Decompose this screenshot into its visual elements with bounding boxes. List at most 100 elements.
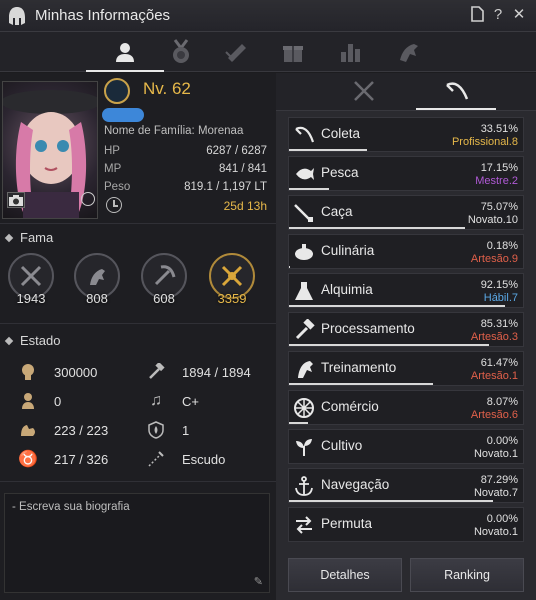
sprout-icon <box>293 436 315 458</box>
ranking-button[interactable]: Ranking <box>410 558 524 592</box>
skill-percent: 85.31% <box>480 318 518 330</box>
skill-row[interactable]: Caça 75.07% Novato.10 <box>288 195 524 230</box>
details-button[interactable]: Detalhes <box>288 558 402 592</box>
taurus-icon: ♉ <box>18 451 38 468</box>
chart-tab[interactable] <box>332 36 370 68</box>
estado-stamina: ♉ 217 / 326 <box>18 450 108 468</box>
estado-energy: 1894 / 1894 <box>146 363 251 381</box>
skill-rank: Artesão.1 <box>470 370 518 382</box>
profile-panel: Nv. 62 Nome de Família: Morenaa HP 6287 … <box>0 73 276 600</box>
combat-tab[interactable] <box>344 76 384 106</box>
estado-contribution: 0 <box>18 392 61 410</box>
skill-name: Caça <box>321 204 353 219</box>
estado-music: ♫ C+ <box>146 392 199 410</box>
skill-progress-bar <box>289 422 308 424</box>
skill-rank: Artesão.9 <box>470 253 518 265</box>
playtime-value: 25d 13h <box>223 199 267 213</box>
skill-row[interactable]: Treinamento 61.47% Artesão.1 <box>288 351 524 386</box>
skill-percent: 0.00% <box>486 435 518 447</box>
pot-icon <box>293 241 315 263</box>
fame-gathering: 608 <box>139 253 189 306</box>
life-skills-tab[interactable] <box>416 76 496 110</box>
estado-strength: 223 / 223 <box>18 421 108 439</box>
soldier-icon <box>18 392 38 410</box>
skill-name: Navegação <box>321 477 390 492</box>
gift-icon <box>283 46 303 62</box>
skill-percent: 87.29% <box>480 474 518 486</box>
sword-icon <box>146 450 166 468</box>
horse-head-icon <box>293 358 315 380</box>
skill-name: Alquimia <box>321 282 373 297</box>
skill-name: Permuta <box>321 516 373 531</box>
horse-tab[interactable] <box>390 36 428 68</box>
skill-progress-bar <box>289 188 330 190</box>
skill-row[interactable]: Culinária 0.18% Artesão.9 <box>288 234 524 269</box>
guild-emblem-icon <box>102 108 144 122</box>
skill-row[interactable]: Alquimia 92.15% Hábil.7 <box>288 273 524 308</box>
skill-name: Processamento <box>321 321 415 336</box>
stat-label: MP <box>104 163 122 175</box>
stat-hp: HP 6287 / 6287 <box>104 145 267 157</box>
fame-title: Fama <box>20 230 54 245</box>
skill-row[interactable]: Pesca 17.15% Mestre.2 <box>288 156 524 191</box>
skill-percent: 0.18% <box>486 240 518 252</box>
skill-rank: Novato.1 <box>473 526 518 538</box>
skill-percent: 8.07% <box>486 396 518 408</box>
skill-name: Pesca <box>321 165 359 180</box>
skill-row[interactable]: Comércio 8.07% Artesão.6 <box>288 390 524 425</box>
skill-name: Comércio <box>321 399 379 414</box>
horse-emblem-icon <box>400 44 418 62</box>
divider <box>0 481 276 482</box>
musket-icon <box>293 202 315 224</box>
skill-name: Cultivo <box>321 438 363 453</box>
muscle-icon <box>18 421 38 439</box>
skill-rank: Novato.1 <box>473 448 518 460</box>
level-label: Nv. 62 <box>143 79 191 98</box>
pencil-icon[interactable]: ✎ <box>254 575 263 588</box>
gift-tab[interactable] <box>274 36 312 68</box>
skill-percent: 33.51% <box>480 123 518 135</box>
fame-combat: 1943 <box>6 253 56 306</box>
scroll-tab[interactable] <box>218 36 256 68</box>
biography-field[interactable]: - Escreva sua biografia ✎ <box>4 493 270 593</box>
skill-row[interactable]: Processamento 85.31% Artesão.3 <box>288 312 524 347</box>
skill-rank: Artesão.3 <box>470 331 518 343</box>
medal-icon <box>173 39 189 63</box>
skill-rank: Profissional.8 <box>451 136 518 148</box>
fame-total: 3359 <box>207 253 257 306</box>
skill-row[interactable]: Coleta 33.51% Profissional.8 <box>288 117 524 152</box>
fame-value: 1943 <box>16 291 46 306</box>
skill-rank: Hábil.7 <box>483 292 518 304</box>
skill-percent: 0.00% <box>486 513 518 525</box>
medal-tab[interactable] <box>162 36 200 68</box>
sickle-icon <box>446 82 469 100</box>
skill-percent: 17.15% <box>480 162 518 174</box>
title-bar: Minhas Informações ? ✕ <box>0 0 536 32</box>
family-name: Nome de Família: Morenaa <box>104 125 244 137</box>
hammer-icon <box>293 319 315 341</box>
fame-value: 808 <box>86 291 108 306</box>
estado-weapon: Escudo <box>146 450 225 468</box>
skill-progress-bar <box>289 305 505 307</box>
fame-header: Fama <box>4 230 54 245</box>
camera-icon[interactable] <box>7 192 25 208</box>
skill-progress-bar <box>289 500 494 502</box>
anchor-icon <box>293 475 315 497</box>
estado-header: Estado <box>4 333 60 348</box>
help-icon[interactable]: ? <box>489 6 507 24</box>
close-icon[interactable]: ✕ <box>510 6 528 24</box>
stat-mp: MP 841 / 841 <box>104 163 267 175</box>
life-skills-panel: Coleta 33.51% Profissional.8 Pesca 17.15% Mes… <box>276 73 536 600</box>
fame-value: 608 <box>153 291 175 306</box>
skill-name: Coleta <box>321 126 361 141</box>
stat-label: HP <box>104 145 120 157</box>
document-icon[interactable] <box>468 6 486 24</box>
stat-value: 841 / 841 <box>219 163 267 175</box>
profile-tab[interactable] <box>86 36 164 72</box>
skill-row[interactable]: Navegação 87.29% Novato.7 <box>288 468 524 503</box>
estado-value: 223 / 223 <box>54 422 109 438</box>
skill-row[interactable]: Permuta 0.00% Novato.1 <box>288 507 524 542</box>
divider <box>0 223 276 224</box>
estado-tendency: 1 <box>146 421 189 439</box>
skill-row[interactable]: Cultivo 0.00% Novato.1 <box>288 429 524 464</box>
